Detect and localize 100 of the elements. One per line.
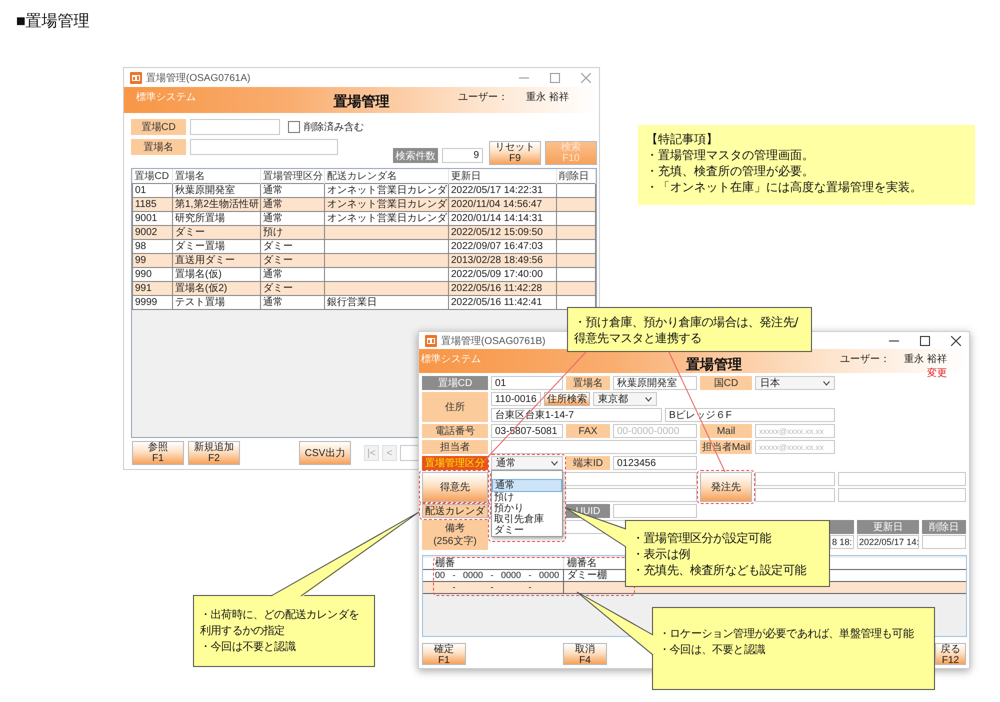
callout-text: ・置場管理区分が設定可能 bbox=[632, 530, 772, 546]
text-field[interactable]: 00-0000-0000 bbox=[613, 424, 697, 438]
field-label: 国CD bbox=[700, 376, 752, 390]
text-field[interactable]: xxxxx@xxxx.xx.xx bbox=[755, 440, 835, 454]
callout-text: ・預け倉庫、預かり倉庫の場合は、発注先/得意先マスタと連携する bbox=[574, 314, 800, 346]
function-key-button[interactable]: CSV出力 bbox=[299, 441, 351, 465]
customer-button[interactable]: 得意先 bbox=[422, 472, 488, 502]
table-cell: 通常 bbox=[260, 198, 324, 212]
column-header: 置場管理区分 bbox=[260, 169, 324, 184]
text-field[interactable] bbox=[755, 472, 835, 486]
table-cell: 通常 bbox=[260, 184, 324, 198]
table-cell: 直送用ダミー bbox=[172, 254, 260, 268]
text-field[interactable] bbox=[838, 488, 966, 502]
screen-title: 置場管理 bbox=[686, 356, 742, 374]
field-label: 住所 bbox=[422, 392, 488, 422]
callout-text: ・今回は不要と認識 bbox=[200, 639, 296, 655]
column-header: 更新日 bbox=[448, 169, 556, 184]
date-field: 2022/05/17 14: bbox=[857, 535, 919, 549]
field-label: 削除日 bbox=[922, 520, 966, 534]
table-cell: 2022/05/16 11:42:28 bbox=[448, 282, 556, 296]
text-field[interactable] bbox=[838, 472, 966, 486]
function-key-button[interactable]: 参照 F1 bbox=[132, 441, 184, 465]
callout-text: ・表示は例 bbox=[632, 546, 692, 562]
table-cell: 2020/01/14 14:14:31 bbox=[448, 212, 556, 226]
table-cell: 通常 bbox=[260, 296, 324, 310]
page-title: ■置場管理 bbox=[16, 12, 90, 32]
callout-text: ・今回は、不要と認識 bbox=[659, 642, 766, 658]
field-label: 置場名 bbox=[566, 376, 610, 390]
dropdown-option[interactable]: 通常 bbox=[492, 479, 562, 492]
text-field[interactable]: 01 bbox=[491, 376, 563, 390]
select-field[interactable]: 東京都 bbox=[593, 392, 657, 406]
mode-label: 変更 bbox=[927, 366, 947, 380]
table-cell: 2022/05/16 11:42:41 bbox=[448, 296, 556, 310]
maximize-icon[interactable] bbox=[920, 336, 930, 346]
text-field[interactable] bbox=[190, 119, 280, 135]
select-field[interactable]: 日本 bbox=[755, 376, 835, 390]
chevron-down-icon bbox=[551, 460, 558, 466]
table-cell: ダミー置場 bbox=[172, 240, 260, 254]
table-cell: 990 bbox=[132, 268, 172, 282]
close-icon[interactable] bbox=[951, 336, 961, 346]
dropdown-option[interactable]: 預かり bbox=[492, 503, 562, 514]
field-label: 端末ID bbox=[566, 456, 610, 470]
user-label: ユーザー： bbox=[840, 353, 890, 366]
column-header: 棚番名 bbox=[566, 558, 597, 569]
text-field[interactable]: xxxxx@xxxx.xx.xx bbox=[755, 424, 835, 438]
text-field[interactable]: 秋葉原開発室 bbox=[613, 376, 697, 390]
field-label: 置場名 bbox=[131, 139, 186, 155]
note-title: 【特記事項】 bbox=[646, 131, 719, 147]
table-cell: 2022/09/07 16:47:03 bbox=[448, 240, 556, 254]
dropdown-option[interactable]: 預け bbox=[492, 492, 562, 503]
text-field[interactable] bbox=[613, 504, 697, 518]
table-cell: 01 bbox=[132, 184, 172, 198]
function-key-button[interactable]: 新規追加 F2 bbox=[188, 441, 240, 465]
table-cell: 9001 bbox=[132, 212, 172, 226]
function-key-button[interactable]: 戻る F12 bbox=[935, 643, 966, 665]
text-field[interactable] bbox=[755, 488, 835, 502]
dropdown-option[interactable]: 取引先倉庫 bbox=[492, 514, 562, 525]
field-label: 置場管理区分 bbox=[422, 456, 488, 470]
address-search-button[interactable]: 住所検索 bbox=[544, 392, 590, 406]
table-cell: - - - bbox=[423, 582, 564, 593]
column-header: 削除日 bbox=[556, 169, 596, 184]
column-header: 配送カレンダ名 bbox=[324, 169, 448, 184]
column-header: 置場名 bbox=[172, 169, 260, 184]
field-label: FAX bbox=[566, 424, 610, 438]
user-label: ユーザー： bbox=[458, 91, 508, 104]
supplier-button[interactable]: 発注先 bbox=[700, 472, 752, 502]
table-cell: 2022/05/12 15:09:50 bbox=[448, 226, 556, 240]
select-field[interactable]: 通常 bbox=[491, 456, 563, 470]
table-cell: 置場名(仮) bbox=[172, 268, 260, 282]
screen-title: 置場管理 bbox=[334, 93, 390, 111]
window-title: 置場管理(OSAG0761A) bbox=[146, 72, 250, 84]
table-cell: 991 bbox=[132, 282, 172, 296]
text-field[interactable]: 0123456 bbox=[613, 456, 697, 470]
text-field[interactable] bbox=[491, 440, 697, 454]
text-field[interactable]: 台東区台東1-14-7 bbox=[491, 408, 662, 422]
table-cell: オンネット営業日カレンダ bbox=[324, 184, 448, 198]
field-label: 置場CD bbox=[131, 119, 186, 135]
table-cell: 98 bbox=[132, 240, 172, 254]
function-key-button[interactable]: 取消 F4 bbox=[563, 643, 607, 665]
chevron-down-icon bbox=[823, 380, 830, 386]
field-label: 担当者 bbox=[422, 440, 488, 454]
count-field[interactable]: 9 bbox=[442, 148, 483, 163]
postal-code-field[interactable]: 110-0016 bbox=[491, 392, 541, 406]
table-cell: 2022/05/17 14:22:31 bbox=[448, 184, 556, 198]
table-cell: 99 bbox=[132, 254, 172, 268]
field-label: 備考 (256文字) bbox=[422, 520, 488, 550]
text-field[interactable] bbox=[190, 139, 338, 155]
checkbox[interactable] bbox=[288, 121, 300, 133]
function-key-button[interactable]: リセット F9 bbox=[489, 141, 541, 165]
note-text: ・「オンネット在庫」には高度な置場管理を実装。 bbox=[646, 179, 923, 195]
table-cell: 第1,第2生物活性研 bbox=[172, 198, 260, 212]
table-cell: オンネット営業日カレンダ bbox=[324, 212, 448, 226]
table-cell: オンネット営業日カレンダ bbox=[324, 198, 448, 212]
calendar-button[interactable]: 配送カレンダ bbox=[422, 504, 488, 518]
table-cell: ダミー bbox=[260, 240, 324, 254]
function-key-button[interactable]: 確定 F1 bbox=[422, 643, 466, 665]
table-cell: 2022/05/09 17:40:00 bbox=[448, 268, 556, 282]
system-name: 標準システム bbox=[136, 90, 196, 104]
dropdown-option[interactable]: ダミー bbox=[492, 525, 562, 536]
table-cell: 1185 bbox=[132, 198, 172, 212]
